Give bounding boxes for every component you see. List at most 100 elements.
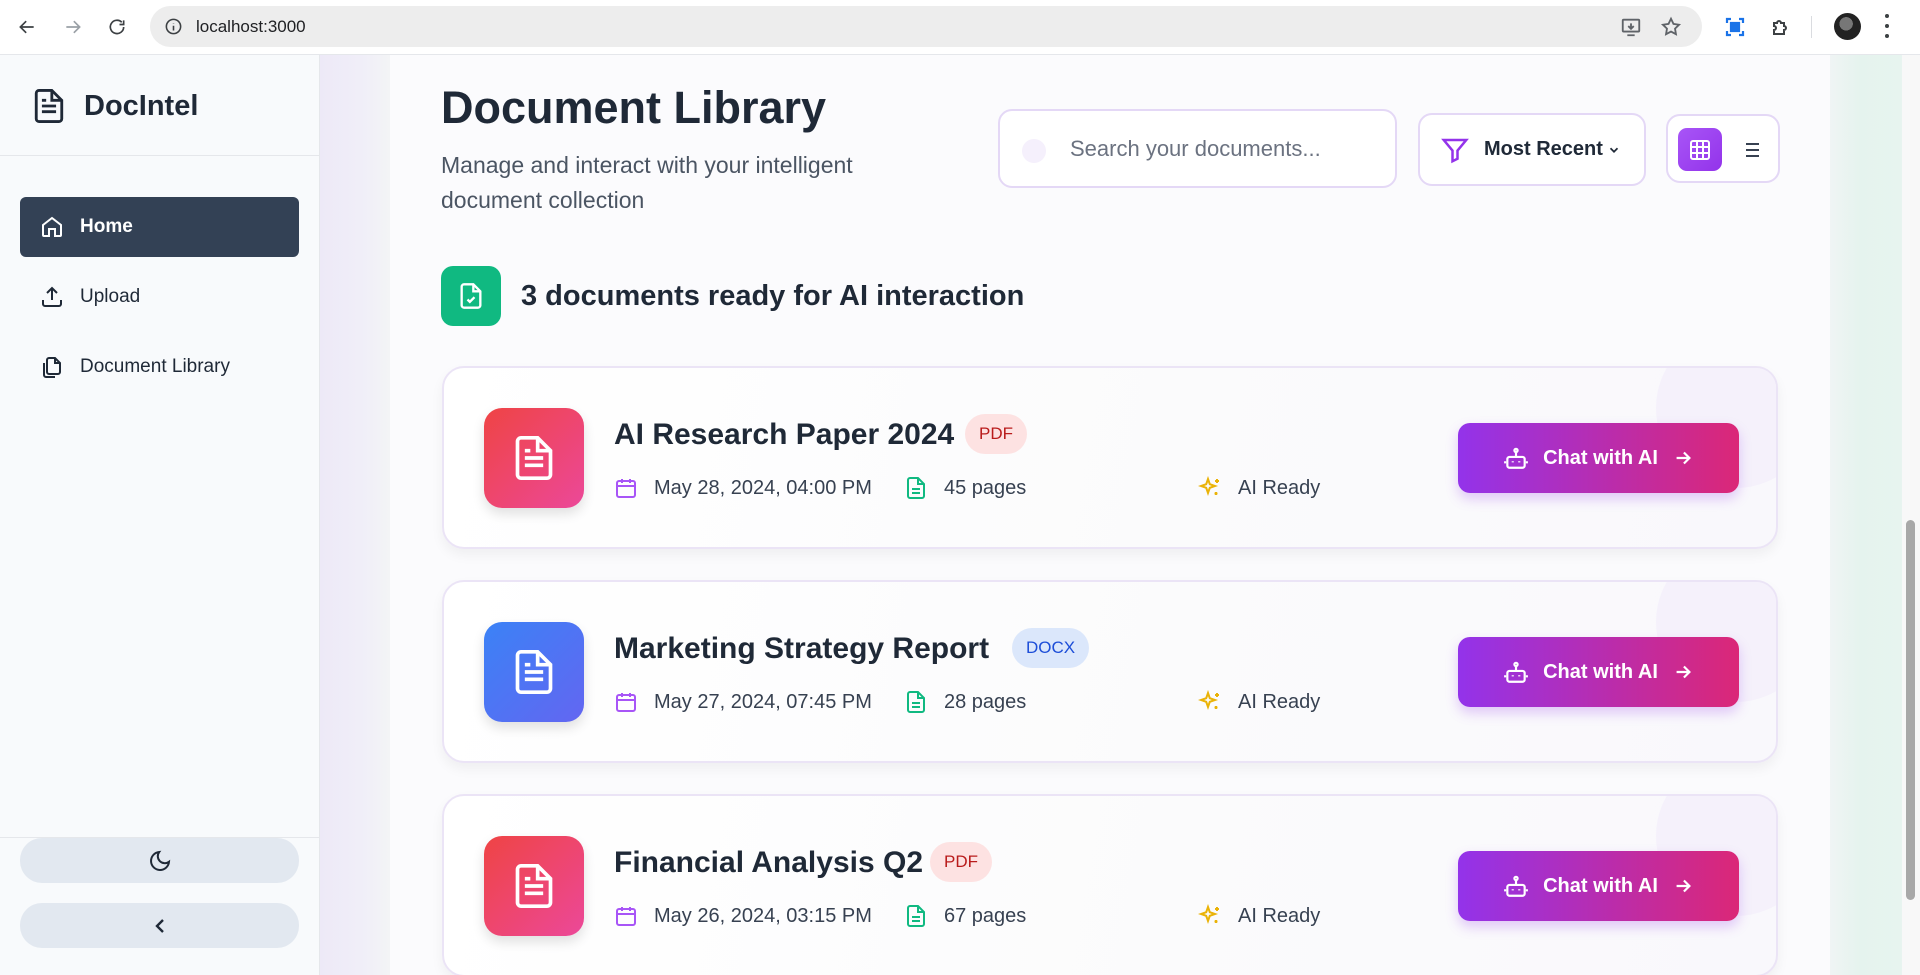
document-status: AI Ready (1198, 476, 1320, 500)
arrow-right-icon (1676, 665, 1691, 679)
sidebar-item-document-library[interactable]: Document Library (20, 337, 299, 397)
grid-icon (1690, 139, 1710, 160)
sidebar-item-label: Home (80, 216, 133, 237)
chat-with-ai-button[interactable]: Chat with AI (1458, 423, 1739, 493)
extensions-puzzle-icon[interactable] (1767, 13, 1795, 41)
sidebar-item-label: Upload (80, 286, 141, 307)
bot-icon (1504, 661, 1529, 683)
pages-text: 67 pages (944, 904, 1027, 927)
document-card[interactable]: Marketing Strategy Report DOCX May 27, 2… (442, 580, 1778, 763)
search-icon (1022, 139, 1046, 163)
bot-icon (1504, 875, 1529, 897)
search-input[interactable] (1070, 131, 1380, 167)
info-icon[interactable] (164, 17, 183, 36)
page-icon (907, 691, 925, 713)
sort-label: Most Recent (1484, 138, 1603, 160)
document-pages: 28 pages (904, 690, 1026, 714)
document-status: AI Ready (1198, 690, 1320, 714)
calendar-icon (616, 479, 636, 498)
scrollbar-thumb[interactable] (1906, 520, 1915, 900)
collapse-sidebar-button[interactable] (20, 903, 299, 948)
screenshot-extension-icon[interactable] (1721, 13, 1749, 41)
filter-icon (1441, 138, 1469, 163)
upload-icon (42, 286, 62, 307)
bot-icon (1504, 447, 1529, 469)
grid-view-button[interactable] (1678, 128, 1722, 171)
bookmark-star-icon[interactable] (1660, 16, 1682, 38)
browser-toolbar: localhost:3000 (0, 0, 1920, 55)
file-type-badge: PDF (930, 842, 992, 882)
sort-dropdown[interactable]: Most Recent (1418, 113, 1646, 186)
arrow-left-icon (19, 20, 34, 34)
page-icon (907, 905, 925, 927)
documents-icon (43, 357, 61, 378)
chevron-left-icon (154, 918, 164, 933)
list-icon (1741, 142, 1759, 157)
status-text: AI Ready (1238, 904, 1321, 927)
moon-icon (149, 850, 170, 871)
document-date: May 26, 2024, 03:15 PM (614, 904, 872, 928)
chat-button-label: Chat with AI (1543, 446, 1658, 469)
page-icon (907, 477, 925, 499)
search-field[interactable] (998, 109, 1397, 188)
sidebar-item-home[interactable]: Home (20, 197, 299, 257)
reload-icon (109, 19, 125, 35)
chat-button-label: Chat with AI (1543, 660, 1658, 683)
document-pages: 45 pages (904, 476, 1026, 500)
profile-avatar[interactable] (1834, 13, 1861, 40)
file-check-icon (441, 266, 501, 326)
file-text-icon (484, 408, 584, 508)
chat-with-ai-button[interactable]: Chat with AI (1458, 637, 1739, 707)
status-text: AI Ready (1238, 476, 1321, 499)
list-view-button[interactable] (1728, 128, 1772, 171)
chevron-down-icon (1609, 147, 1619, 153)
sidebar: DocIntel Home Upload Document Library (0, 55, 320, 975)
document-title[interactable]: Marketing Strategy Report (614, 632, 989, 666)
arrow-right-icon (1676, 879, 1691, 893)
pages-text: 28 pages (944, 690, 1027, 713)
status-text: AI Ready (1238, 690, 1321, 713)
sparkles-icon (1198, 690, 1219, 711)
calendar-icon (616, 693, 636, 712)
url-text[interactable]: localhost:3000 (196, 17, 306, 37)
documents-count: 3 documents ready for AI interaction (521, 279, 1025, 312)
page-title: Document Library (441, 82, 827, 133)
document-title[interactable]: AI Research Paper 2024 (614, 418, 954, 452)
forward-button[interactable] (58, 12, 88, 42)
documents-summary: 3 documents ready for AI interaction (441, 266, 1024, 326)
date-text: May 26, 2024, 03:15 PM (654, 904, 872, 927)
document-date: May 28, 2024, 04:00 PM (614, 476, 872, 500)
dark-mode-toggle[interactable] (20, 838, 299, 883)
sidebar-item-label: Document Library (80, 356, 230, 377)
toolbar-divider (1811, 16, 1812, 38)
brand-name: DocIntel (84, 89, 199, 122)
file-text-icon (484, 622, 584, 722)
calendar-icon (616, 907, 636, 926)
back-button[interactable] (12, 12, 42, 42)
document-title[interactable]: Financial Analysis Q2 (614, 846, 923, 880)
address-bar[interactable]: localhost:3000 (150, 6, 1702, 47)
chat-button-label: Chat with AI (1543, 874, 1658, 897)
date-text: May 28, 2024, 04:00 PM (654, 476, 872, 499)
install-app-icon[interactable] (1620, 16, 1642, 38)
chat-with-ai-button[interactable]: Chat with AI (1458, 851, 1739, 921)
pages-text: 45 pages (944, 476, 1027, 499)
document-card[interactable]: Financial Analysis Q2 PDF May 26, 2024, … (442, 794, 1778, 975)
file-type-badge: DOCX (1012, 628, 1090, 668)
sidebar-item-upload[interactable]: Upload (20, 267, 299, 327)
arrow-right-icon (66, 20, 81, 34)
document-date: May 27, 2024, 07:45 PM (614, 690, 872, 714)
reload-button[interactable] (102, 12, 132, 42)
sparkles-icon (1198, 476, 1219, 497)
date-text: May 27, 2024, 07:45 PM (654, 690, 872, 713)
document-pages: 67 pages (904, 904, 1026, 928)
file-type-badge: PDF (965, 414, 1027, 454)
document-status: AI Ready (1198, 904, 1320, 928)
page-subtitle: Manage and interact with your intelligen… (441, 152, 853, 213)
arrow-right-icon (1676, 451, 1691, 465)
browser-menu-icon[interactable] (1882, 14, 1892, 38)
document-logo-icon (34, 89, 64, 123)
brand[interactable]: DocIntel (32, 87, 198, 125)
document-card[interactable]: AI Research Paper 2024 PDF May 28, 2024,… (442, 366, 1778, 549)
view-toggle (1666, 114, 1780, 183)
